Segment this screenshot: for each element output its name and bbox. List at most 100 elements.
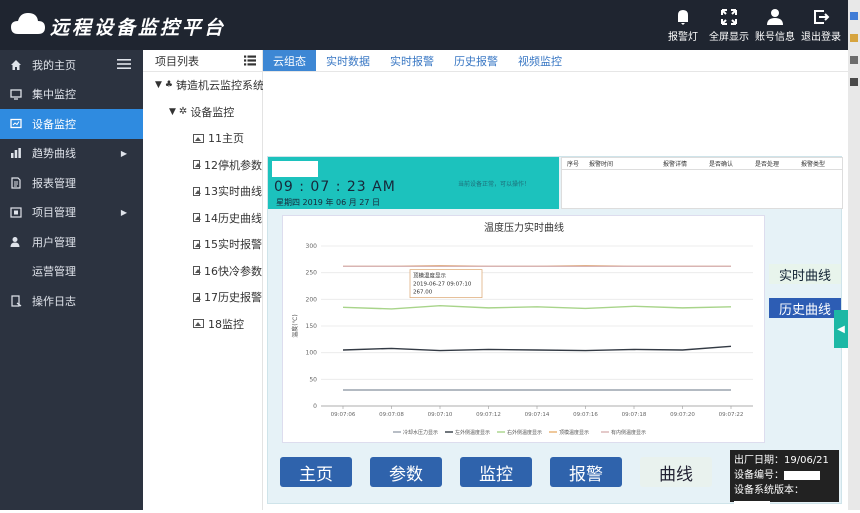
sidebar-item-log[interactable]: 操作日志 — [0, 286, 143, 316]
logout-label: 退出登录 — [801, 32, 841, 43]
chart-svg: 温度压力实时曲线温度(℃) 0 50 100 150 200 250 300 09:07:06 0… — [291, 221, 753, 436]
chevron-right-icon: ▶ — [120, 207, 127, 217]
temperature-chart: 温度压力实时曲线 温度(℃) 0 50 100 150 200 250 300 09:07:06 0… — [282, 215, 765, 443]
tooltip-time: 2019-06-27 09:07:10 — [413, 282, 472, 288]
redacted-block — [272, 161, 318, 177]
tree-page-13[interactable]: 13实时曲线 — [143, 178, 262, 205]
tree-node-label: 14历史曲线 — [204, 211, 262, 225]
chevron-left-icon: ◀ — [837, 323, 845, 335]
legend-label: 冷却水压力显示 — [403, 429, 438, 436]
alarm-table: 序号 报警时间 报警详情 是否确认 是否处理 报警类型 — [561, 157, 843, 209]
alarm-nav-button[interactable]: 报警 — [550, 457, 622, 487]
log-icon — [11, 295, 22, 307]
x-tick-label: 09:07:18 — [622, 412, 647, 418]
device-monitor-icon — [10, 118, 22, 128]
clock-date: 星期四 2019 年 06 月 27 日 — [276, 198, 380, 207]
tree-node-group[interactable]: ▼ ✲ 设备监控 — [143, 99, 262, 126]
tab-realtime-data[interactable]: 实时数据 — [316, 50, 380, 71]
sidebar-item-device-monitor[interactable]: 设备监控 — [0, 109, 143, 139]
sidebar-item-label: 运营管理 — [32, 265, 76, 279]
list-icon[interactable] — [244, 55, 256, 66]
tooltip-value: 267.00 — [413, 290, 433, 296]
realtime-curve-button[interactable]: 实时曲线 — [769, 264, 841, 284]
account-info-button[interactable]: 账号信息 — [752, 8, 798, 43]
edge-marker — [850, 12, 858, 20]
alarm-col-header: 是否处理 — [755, 161, 780, 168]
alarm-col-header: 序号 — [567, 161, 580, 168]
tree-page-17[interactable]: 17历史报警 — [143, 284, 262, 311]
gear-icon: ✲ — [178, 106, 188, 118]
x-tick-label: 09:07:10 — [428, 412, 453, 418]
sidebar-item-trend-curve[interactable]: 趋势曲线 ▶ — [0, 139, 143, 169]
curve-nav-button[interactable]: 曲线 — [640, 457, 712, 487]
home-nav-button[interactable]: 主页 — [280, 457, 352, 487]
sidebar-item-report[interactable]: 报表管理 — [0, 168, 143, 198]
top-bar: 远程设备监控平台 报警灯 全屏显示 账号信息 退出登录 — [0, 0, 848, 50]
tab-realtime-alarm[interactable]: 实时报警 — [380, 50, 444, 71]
tab-history-alarm[interactable]: 历史报警 — [444, 50, 508, 71]
sidebar-item-operation[interactable]: 运营管理 — [0, 257, 143, 287]
tab-video-monitor[interactable]: 视频监控 — [508, 50, 572, 71]
sidebar-item-project[interactable]: 项目管理 ▶ — [0, 198, 143, 228]
x-tick-label: 09:07:20 — [670, 412, 695, 418]
system-version-label: 设备系统版本： — [734, 485, 804, 496]
sidebar-item-label: 用户管理 — [32, 235, 76, 249]
tab-bar: 云组态 实时数据 实时报警 历史报警 视频监控 — [263, 50, 848, 72]
tab-cloud-config[interactable]: 云组态 — [263, 50, 316, 71]
scada-panel: 09 : 07 : 23 AM 星期四 2019 年 06 月 27 日 当前设… — [267, 156, 843, 510]
nav-button-row: 主页 参数 监控 报警 曲线 — [280, 457, 730, 487]
logout-icon — [814, 10, 830, 24]
sidebar: 我的主页 集中监控 设备监控 趋势曲线 ▶ 报表管理 项目管理 ▶ 用户管理 运… — [0, 50, 143, 510]
tree-header-label: 项目列表 — [155, 54, 199, 68]
top-actions: 报警灯 全屏显示 账号信息 退出登录 — [660, 8, 844, 43]
params-nav-button[interactable]: 参数 — [370, 457, 442, 487]
tree-page-16[interactable]: 16快冷参数 — [143, 258, 262, 285]
sidebar-item-central-monitor[interactable]: 集中监控 — [0, 80, 143, 110]
tree-node-label: 16快冷参数 — [204, 264, 262, 278]
tree-page-18[interactable]: 18监控 — [143, 311, 262, 338]
y-tick-label: 100 — [306, 350, 318, 357]
chevron-right-icon: ▶ — [120, 148, 127, 158]
alarm-light-button[interactable]: 报警灯 — [660, 8, 706, 43]
tree-page-15[interactable]: 15实时报警 — [143, 231, 262, 258]
main-content: 云组态 实时数据 实时报警 历史报警 视频监控 09 : 07 : 23 AM … — [263, 50, 848, 510]
tree-node-label: 18监控 — [208, 317, 244, 331]
sidebar-item-user-manage[interactable]: 用户管理 — [0, 227, 143, 257]
image-icon — [193, 239, 201, 249]
tree-node-label: 12停机参数 — [204, 158, 262, 172]
menu-toggle-icon[interactable] — [117, 58, 131, 70]
collapse-handle[interactable]: ◀ — [834, 310, 848, 348]
alarm-col-header: 报警详情 — [663, 161, 688, 168]
fullscreen-icon — [721, 9, 737, 25]
tree-page-11[interactable]: 11主页 — [143, 125, 262, 152]
fullscreen-button[interactable]: 全屏显示 — [706, 8, 752, 43]
account-info-label: 账号信息 — [755, 32, 795, 43]
x-tick-label: 09:07:12 — [476, 412, 501, 418]
project-icon — [10, 207, 22, 218]
monitor-icon — [10, 89, 22, 100]
tree-page-14[interactable]: 14历史曲线 — [143, 205, 262, 232]
project-tree: 项目列表 ▼ ♣ 铸造机云监控系统 ▼ ✲ 设备监控 11主页 12停机参数 1… — [143, 50, 264, 510]
edge-marker — [850, 34, 858, 42]
tree-page-12[interactable]: 12停机参数 — [143, 152, 262, 179]
x-tick-label: 09:07:14 — [525, 412, 550, 418]
x-tick-label: 09:07:16 — [573, 412, 598, 418]
tree-node-root[interactable]: ▼ ♣ 铸造机云监控系统 — [143, 72, 264, 99]
tree-node-label: 13实时曲线 — [204, 185, 262, 199]
clock-time: 09 : 07 : 23 AM — [274, 179, 396, 195]
tree-node-label: 设备监控 — [190, 105, 235, 119]
history-curve-button[interactable]: 历史曲线 — [769, 298, 841, 318]
fullscreen-label: 全屏显示 — [709, 32, 749, 43]
x-tick-label: 09:07:22 — [719, 412, 744, 418]
chevron-down-icon: ▼ — [155, 80, 162, 91]
tooltip-series: 顶模温度显示 — [413, 272, 447, 280]
alarm-light-label: 报警灯 — [668, 32, 698, 43]
user-manage-icon — [10, 236, 20, 247]
monitor-nav-button[interactable]: 监控 — [460, 457, 532, 487]
tree-node-label: 铸造机云监控系统 — [176, 79, 264, 93]
sidebar-item-label: 操作日志 — [32, 294, 76, 308]
legend-label: 右外侧温度显示 — [507, 429, 542, 436]
sidebar-item-label: 设备监控 — [32, 117, 76, 131]
sidebar-item-home[interactable]: 我的主页 — [0, 50, 143, 80]
logout-button[interactable]: 退出登录 — [798, 8, 844, 43]
